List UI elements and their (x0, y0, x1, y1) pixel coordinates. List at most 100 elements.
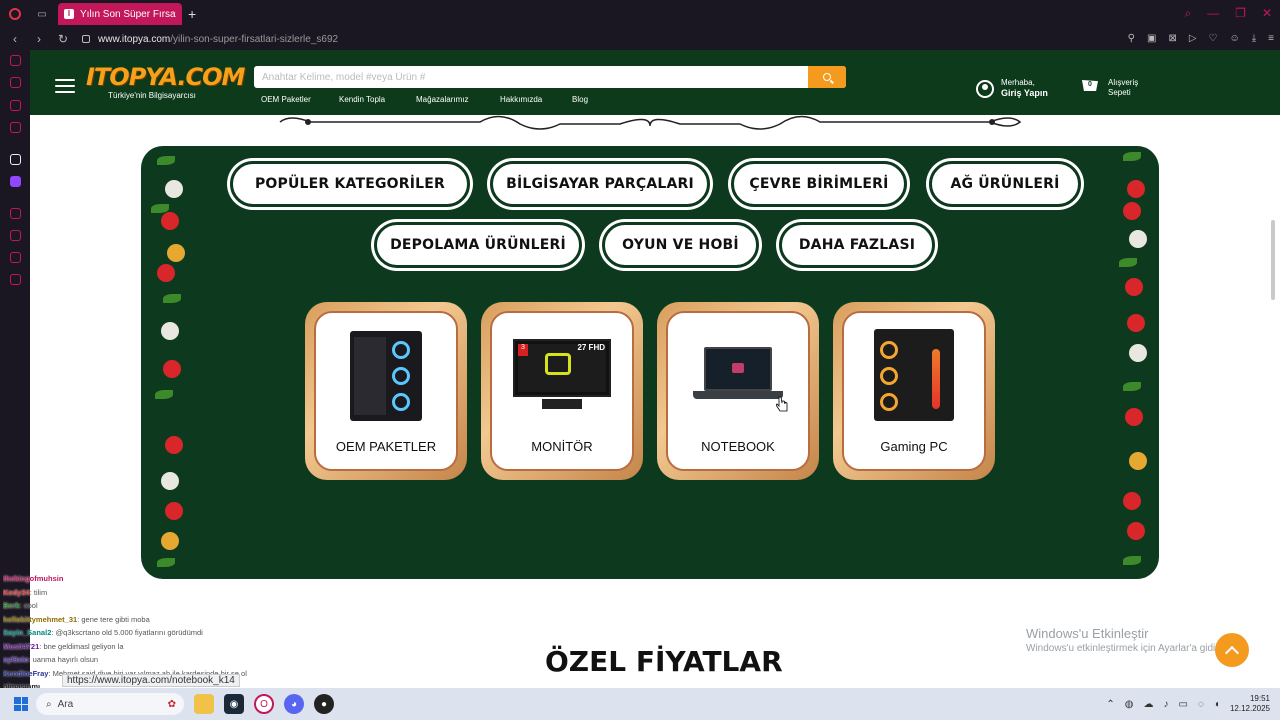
search-button[interactable] (808, 66, 846, 88)
tab-favicon-icon: I (64, 9, 74, 19)
chat-username: hellokittymehmet_31 (3, 614, 78, 624)
nav-kendin-topla[interactable]: Kendin Topla (339, 95, 416, 104)
minimize-button[interactable]: — (1207, 6, 1219, 21)
windows-taskbar: ⌕ Ara ✿ ◉ O ◕ ● ⌃ ◍ ☁ ♪ ▭ ◌ ◖ 19:51 12.1… (0, 688, 1280, 720)
chevron-up-icon[interactable]: ⌃ (1106, 699, 1114, 710)
sidebar-settings-icon[interactable] (10, 274, 21, 285)
taskbar-search-label: Ara (57, 698, 74, 710)
discord-icon[interactable]: ◕ (284, 694, 304, 714)
forward-button[interactable]: › (30, 32, 48, 46)
clock-time: 19:51 (1249, 694, 1270, 703)
steam-icon[interactable]: ◉ (224, 694, 244, 714)
cloud-icon[interactable]: ☁ (1144, 699, 1154, 710)
cart-link[interactable]: 0 Alışveriş Sepeti (1080, 78, 1138, 98)
search-tabs-icon[interactable]: ⌕ (1184, 6, 1191, 21)
pin-icon[interactable]: ⚲ (1128, 33, 1135, 44)
menu-icon[interactable]: ≡ (1268, 33, 1274, 44)
maximize-button[interactable]: ❐ (1235, 6, 1246, 21)
category-card-monitor[interactable]: 3 27 FHD MONİTÖR (481, 302, 643, 480)
sidebar-player-icon[interactable] (10, 208, 21, 219)
close-button[interactable]: ✕ (1262, 6, 1272, 21)
sidebar-history-icon[interactable] (10, 230, 21, 241)
site-logo[interactable]: ITOPYA.COM Türkiye'nin Bilgisayarcısı (86, 64, 245, 100)
chat-text: : @q3kscrtano old 5.000 fiyatlarını görü… (51, 628, 203, 637)
reload-button[interactable]: ↻ (54, 32, 72, 46)
pill-bilgisayar-parcalari[interactable]: BİLGİSAYAR PARÇALARI (490, 161, 710, 207)
address-bar-icons: ⚲ ▣ ⊠ ▷ ♡ ☺ ⤓ ≡ (1128, 33, 1274, 44)
nav-hakkimizda[interactable]: Hakkımızda (500, 95, 572, 104)
network-icon[interactable]: ◍ (1125, 699, 1134, 710)
sidebar-extensions-icon[interactable] (10, 252, 21, 263)
activation-line1: Windows'u Etkinleştir (1026, 626, 1149, 641)
chat-message: Berk: cool (3, 599, 343, 613)
active-tab[interactable]: I Yılın Son Süper Fırsatları S (58, 3, 182, 25)
monitor-spec-badge: 27 FHD (577, 343, 605, 352)
sidebar-home-icon[interactable] (10, 55, 21, 66)
chat-username: syl3xio (3, 655, 29, 664)
activation-line2: Windows'u etkinleştirmek için Ayarlar'a … (1026, 643, 1216, 654)
pill-label: ÇEVRE BİRİMLERİ (749, 176, 889, 192)
pill-oyun-ve-hobi[interactable]: OYUN VE HOBİ (602, 222, 759, 268)
category-card-gaming-pc[interactable]: Gaming PC (833, 302, 995, 480)
sidebar-instagram-icon[interactable] (10, 122, 21, 133)
clock[interactable]: 19:51 12.12.2025 (1230, 694, 1270, 714)
chat-username: Musti4721 (3, 641, 40, 651)
search-input[interactable] (254, 66, 794, 88)
account-text: Merhaba, Giriş Yapın (1001, 78, 1048, 99)
sidebar-shopping-icon[interactable] (10, 77, 21, 88)
nav-blog[interactable]: Blog (572, 95, 588, 104)
nav-oem-paketler[interactable]: OEM Paketler (261, 95, 339, 104)
workspaces-icon[interactable]: ▭ (30, 0, 54, 28)
chat-text: : uanma hayırlı olsun (28, 655, 99, 664)
profile-icon[interactable]: ☺ (1230, 33, 1240, 44)
section-title-ozel-fiyatlar: ÖZEL FİYATLAR (545, 645, 783, 678)
volume-icon[interactable]: ◖ (1214, 699, 1220, 710)
lock-icon[interactable] (82, 35, 90, 43)
hamburger-menu-icon[interactable] (55, 79, 75, 97)
opera-icon[interactable]: O (254, 694, 274, 714)
page-scrollbar[interactable] (1271, 220, 1275, 300)
category-card-oem-paketler[interactable]: OEM PAKETLER (305, 302, 467, 480)
taskbar-search[interactable]: ⌕ Ara ✿ (36, 693, 184, 715)
cart-text: Alışveriş Sepeti (1108, 78, 1138, 98)
microphone-icon[interactable]: ♪ (1164, 699, 1169, 710)
pill-label: OYUN VE HOBİ (622, 237, 739, 253)
back-button[interactable]: ‹ (6, 32, 24, 46)
heart-icon[interactable]: ♡ (1209, 33, 1218, 44)
windows-start-icon[interactable] (14, 697, 28, 711)
pill-daha-fazlasi[interactable]: DAHA FAZLASI (779, 222, 935, 268)
pill-depolama-urunleri[interactable]: DEPOLAMA ÜRÜNLERİ (374, 222, 582, 268)
vpn-icon[interactable]: ⊠ (1168, 33, 1176, 44)
chat-message: hellokittymehmet_31: gene tere gibti mob… (3, 613, 343, 627)
pill-cevre-birimleri[interactable]: ÇEVRE BİRİMLERİ (731, 161, 907, 207)
card-label: NOTEBOOK (701, 439, 775, 454)
sidebar-messenger-icon[interactable] (10, 100, 21, 111)
scroll-to-top-button[interactable] (1215, 633, 1249, 667)
snapshot-icon[interactable]: ▣ (1147, 33, 1156, 44)
play-icon[interactable]: ▷ (1189, 33, 1197, 44)
account-login: Giriş Yapın (1001, 88, 1048, 98)
pill-populer-kategoriler[interactable]: POPÜLER KATEGORİLER (230, 161, 470, 207)
laptop-base (693, 391, 783, 399)
card-body: Gaming PC (842, 311, 986, 471)
new-tab-button[interactable]: + (188, 6, 196, 22)
ornament-divider (279, 115, 1022, 130)
chat-username: thekingofmuhsin (3, 574, 64, 583)
url-field[interactable]: www.itopya.com/yilin-son-super-firsatlar… (98, 34, 338, 45)
chat-text: : tilim (29, 587, 48, 597)
chat-message: Kedy34: tilim (3, 586, 343, 600)
wifi-icon[interactable]: ◌ (1198, 699, 1204, 710)
sidebar-twitch-icon[interactable] (10, 176, 21, 187)
display-icon[interactable]: ▭ (1179, 699, 1188, 710)
account-link[interactable]: Merhaba, Giriş Yapın (976, 78, 1048, 99)
christmas-garland-right (1113, 146, 1153, 579)
category-card-notebook[interactable]: NOTEBOOK (657, 302, 819, 480)
download-icon[interactable]: ⤓ (1252, 33, 1256, 44)
file-explorer-icon[interactable] (194, 694, 214, 714)
gaming-pc-icon (874, 329, 954, 421)
obs-icon[interactable]: ● (314, 694, 334, 714)
opera-menu-icon[interactable] (0, 0, 30, 28)
sidebar-aria-icon[interactable] (10, 154, 21, 165)
pill-ag-urunleri[interactable]: AĞ ÜRÜNLERİ (929, 161, 1081, 207)
nav-magazalarimiz[interactable]: Mağazalarımız (416, 95, 500, 104)
